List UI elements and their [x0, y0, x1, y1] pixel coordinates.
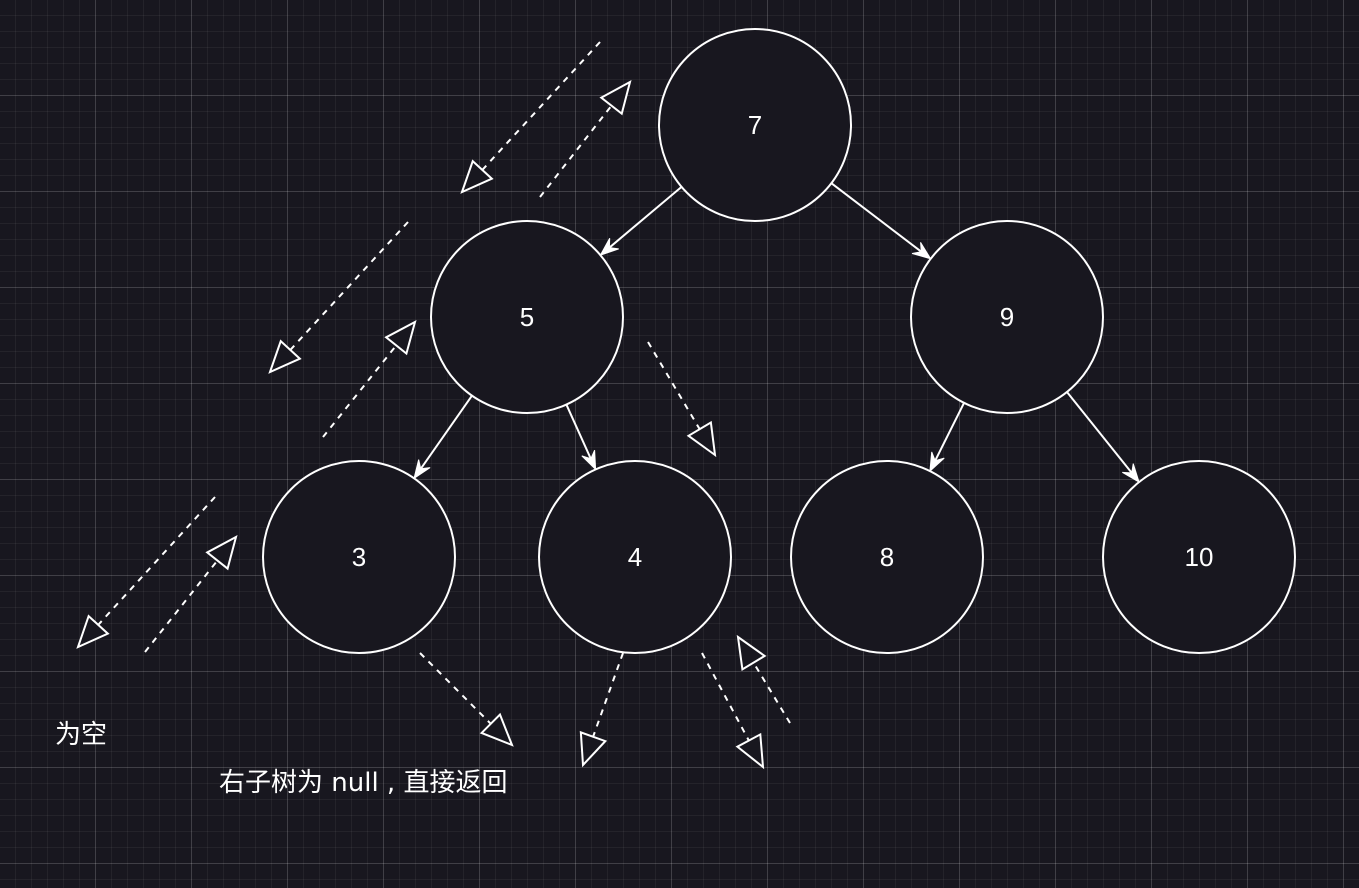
traversal-arrowhead	[599, 80, 632, 116]
traversal-arrow	[701, 652, 765, 770]
traversal-arrowhead	[384, 320, 417, 356]
node-label: 5	[520, 302, 534, 332]
edge-7-5	[599, 186, 683, 257]
tree-node-10: 10	[1102, 460, 1296, 654]
node-label: 7	[748, 110, 762, 140]
traversal-arrowhead	[479, 712, 514, 747]
traversal-arrowhead	[686, 420, 717, 458]
edge-arrowhead	[413, 459, 431, 480]
traversal-arrow	[144, 535, 238, 653]
tree-node-8: 8	[790, 460, 984, 654]
tree-node-5: 5	[430, 220, 624, 414]
tree-diagram: 7 5 9 3 4 8 10	[76, 28, 1296, 770]
empty-annotation: 为空	[55, 720, 108, 750]
traversal-arrowhead	[460, 159, 494, 194]
traversal-arrow	[419, 652, 514, 747]
traversal-arrow	[460, 41, 601, 194]
node-label: 9	[1000, 302, 1014, 332]
node-label: 4	[628, 542, 642, 572]
edge-arrowhead	[599, 237, 619, 257]
tree-node-7: 7	[658, 28, 852, 222]
edge-7-9	[830, 182, 932, 260]
traversal-arrowhead	[76, 614, 110, 649]
tree-node-9: 9	[910, 220, 1104, 414]
traversal-arrow	[322, 320, 417, 438]
node-label: 3	[352, 542, 366, 572]
traversal-arrowhead	[268, 339, 302, 374]
edge-5-3	[413, 395, 473, 480]
traversal-arrowhead	[736, 634, 767, 672]
traversal-arrow	[579, 652, 624, 768]
edge-9-10	[1066, 391, 1140, 484]
edge-5-4	[565, 404, 597, 471]
edge-9-8	[929, 402, 965, 473]
traversal-arrow	[539, 80, 632, 198]
traversal-arrowhead	[205, 535, 238, 571]
tree-node-4: 4	[538, 460, 732, 654]
tree-node-3: 3	[262, 460, 456, 654]
node-label: 8	[880, 542, 894, 572]
diagram-canvas: 7 5 9 3 4 8 10 为空 右子树为 null , 直接返回	[0, 0, 1359, 888]
traversal-arrow	[736, 634, 791, 724]
traversal-arrow	[647, 341, 717, 458]
traversal-arrow	[76, 496, 216, 649]
traversal-arrow	[268, 221, 409, 374]
nodes-layer: 7 5 9 3 4 8 10	[262, 28, 1296, 654]
traversal-arrowhead	[735, 732, 765, 770]
edge-arrowhead	[911, 242, 932, 260]
node-label: 10	[1185, 542, 1214, 572]
traversal-arrowhead	[579, 730, 608, 768]
right-subtree-null-annotation: 右子树为 null , 直接返回	[219, 768, 508, 798]
edge-arrowhead	[1122, 463, 1140, 484]
